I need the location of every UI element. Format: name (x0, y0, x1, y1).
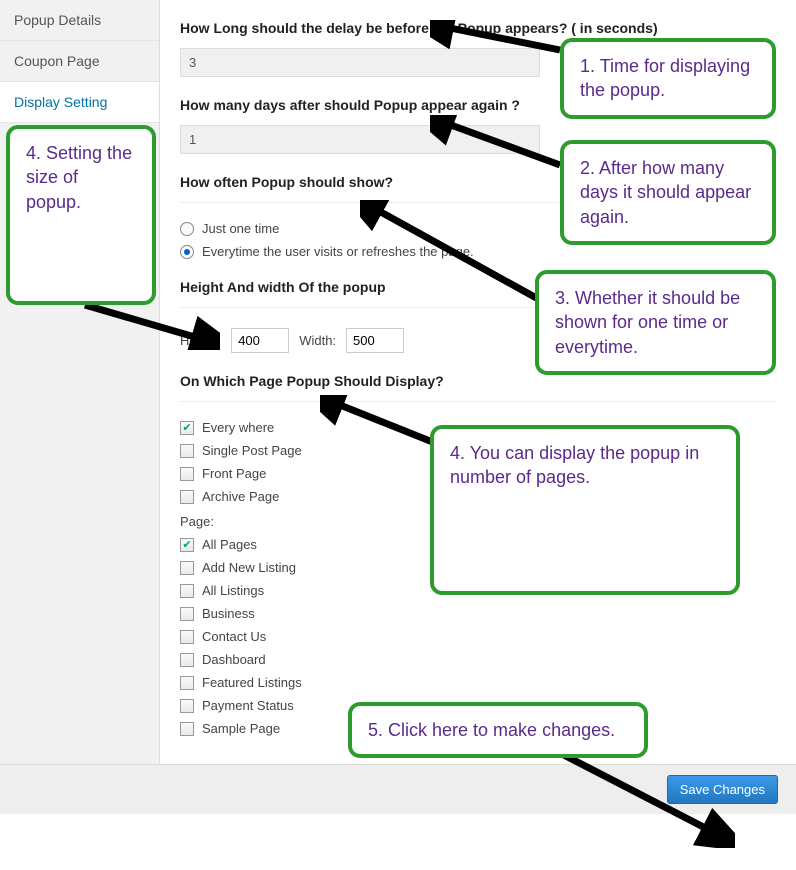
delay-title: How Long should the delay be before the … (180, 20, 776, 36)
check-label: Every where (202, 420, 274, 435)
radio-label: Just one time (202, 221, 279, 236)
sidebar-item-coupon-page[interactable]: Coupon Page (0, 41, 159, 82)
footer-bar: Save Changes (0, 764, 796, 814)
width-label: Width: (299, 333, 336, 348)
check-label: Sample Page (202, 721, 280, 736)
callout-2: 2. After how many days it should appear … (560, 140, 776, 245)
check-label: All Pages (202, 537, 257, 552)
check-label: All Listings (202, 583, 264, 598)
radio-icon (180, 222, 194, 236)
checkbox-icon (180, 722, 194, 736)
check-contact-us[interactable]: Contact Us (180, 629, 776, 644)
checkbox-icon (180, 561, 194, 575)
days-input[interactable] (180, 125, 540, 154)
check-business[interactable]: Business (180, 606, 776, 621)
checkbox-icon: ✔ (180, 421, 194, 435)
check-label: Archive Page (202, 489, 279, 504)
checkbox-icon (180, 444, 194, 458)
callout-4: 4. You can display the popup in number o… (430, 425, 740, 595)
sidebar-item-display-setting[interactable]: Display Setting (0, 82, 159, 123)
check-label: Single Post Page (202, 443, 302, 458)
checkbox-icon (180, 699, 194, 713)
save-changes-button[interactable]: Save Changes (667, 775, 778, 804)
height-label: Height: (180, 333, 221, 348)
pages-title: On Which Page Popup Should Display? (180, 373, 776, 389)
check-label: Front Page (202, 466, 266, 481)
radio-label: Everytime the user visits or refreshes t… (202, 244, 474, 259)
check-label: Featured Listings (202, 675, 302, 690)
sidebar: Popup Details Coupon Page Display Settin… (0, 0, 160, 764)
check-featured-listings[interactable]: Featured Listings (180, 675, 776, 690)
callout-4-left: 4. Setting the size of popup. (6, 125, 156, 305)
callout-3: 3. Whether it should be shown for one ti… (535, 270, 776, 375)
check-label: Payment Status (202, 698, 294, 713)
checkbox-icon (180, 676, 194, 690)
check-label: Dashboard (202, 652, 266, 667)
check-label: Business (202, 606, 255, 621)
sidebar-item-popup-details[interactable]: Popup Details (0, 0, 159, 41)
callout-1: 1. Time for displaying the popup. (560, 38, 776, 119)
checkbox-icon (180, 630, 194, 644)
height-input[interactable] (231, 328, 289, 353)
checkbox-icon (180, 584, 194, 598)
check-dashboard[interactable]: Dashboard (180, 652, 776, 667)
check-label: Add New Listing (202, 560, 296, 575)
checkbox-icon (180, 607, 194, 621)
checkbox-icon (180, 490, 194, 504)
delay-input[interactable] (180, 48, 540, 77)
width-input[interactable] (346, 328, 404, 353)
callout-5: 5. Click here to make changes. (348, 702, 648, 758)
checkbox-icon: ✔ (180, 538, 194, 552)
radio-icon (180, 245, 194, 259)
check-label: Contact Us (202, 629, 266, 644)
radio-everytime[interactable]: Everytime the user visits or refreshes t… (180, 244, 776, 259)
checkbox-icon (180, 653, 194, 667)
checkbox-icon (180, 467, 194, 481)
